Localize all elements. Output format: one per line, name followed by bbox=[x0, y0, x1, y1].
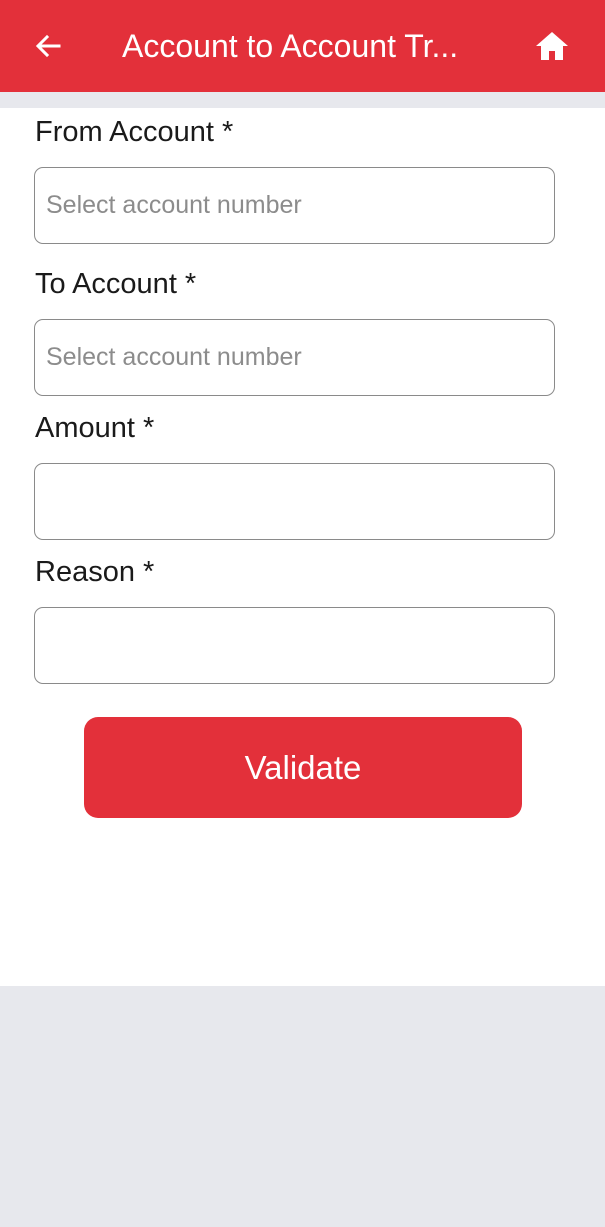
header-divider bbox=[0, 92, 605, 108]
back-button[interactable] bbox=[26, 22, 70, 70]
amount-label: Amount * bbox=[35, 412, 155, 444]
amount-input[interactable] bbox=[34, 463, 555, 540]
from-account-select[interactable] bbox=[34, 167, 555, 244]
from-account-label: From Account * bbox=[35, 116, 234, 148]
arrow-left-icon bbox=[35, 34, 61, 58]
home-icon bbox=[536, 32, 568, 60]
reason-input[interactable] bbox=[34, 607, 555, 684]
reason-label: Reason * bbox=[35, 556, 155, 588]
home-button[interactable] bbox=[528, 22, 576, 70]
to-account-label: To Account * bbox=[35, 268, 197, 300]
transfer-form: From Account * To Account * Amount * Rea… bbox=[0, 108, 605, 986]
to-account-select[interactable] bbox=[34, 319, 555, 396]
page-title: Account to Account Tr... bbox=[122, 28, 459, 64]
app-bar: Account to Account Tr... bbox=[0, 0, 605, 92]
validate-button[interactable]: Validate bbox=[84, 717, 522, 818]
